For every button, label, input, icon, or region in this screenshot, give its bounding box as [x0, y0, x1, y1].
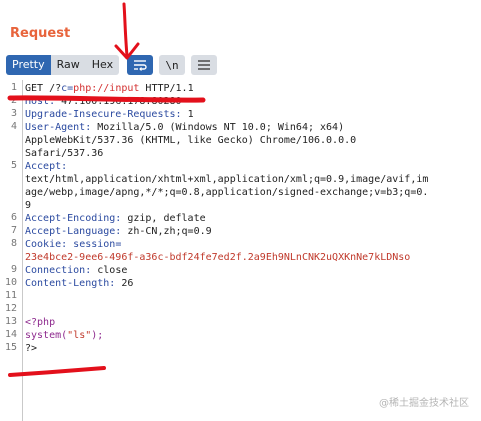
underline-annotation [8, 366, 106, 377]
underline-annotation [7, 95, 206, 103]
watermark: @稀土掘金技术社区 [379, 398, 469, 409]
arrow-annotation [122, 2, 129, 58]
annotation-overlay [7, 2, 206, 377]
